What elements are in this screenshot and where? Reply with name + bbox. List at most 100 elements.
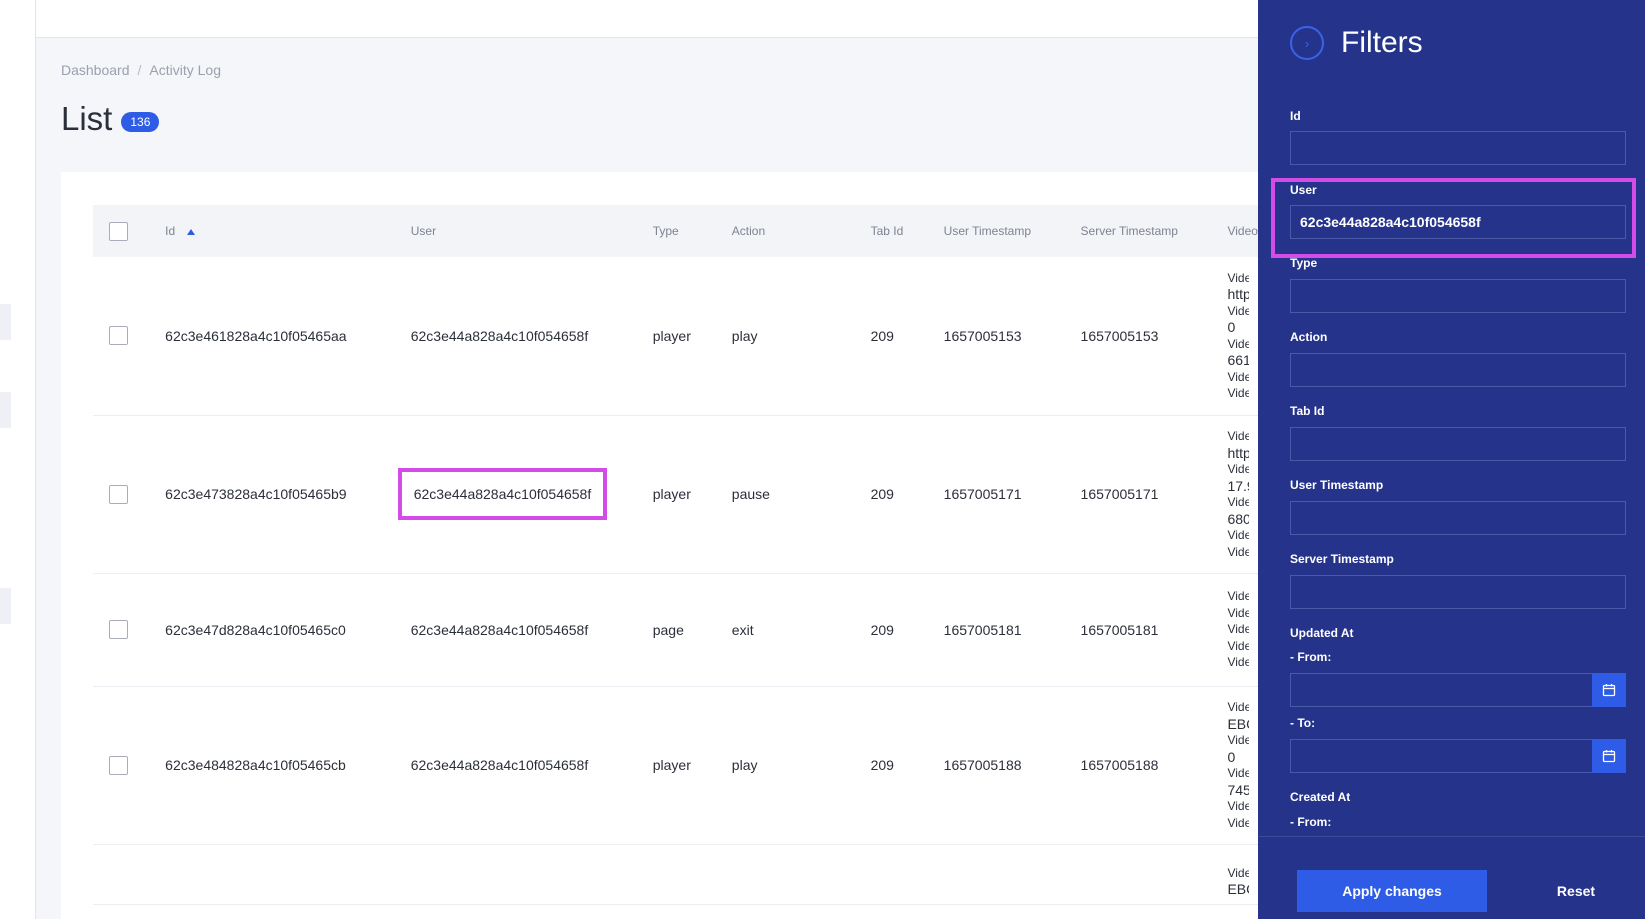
video-line: 17.9 [1227, 477, 1249, 494]
breadcrumb: Dashboard / Activity Log [61, 62, 221, 78]
updated-from-date-input[interactable] [1290, 673, 1592, 707]
cell-server-timestamp: 1657005153 [1080, 257, 1228, 416]
select-all-checkbox[interactable] [109, 221, 128, 241]
breadcrumb-activity-log: Activity Log [149, 62, 221, 78]
column-header-user-timestamp[interactable]: User Timestamp [943, 205, 1081, 257]
chevron-right-icon: › [1304, 35, 1310, 51]
filter-label-id: Id [1290, 109, 1301, 123]
row-select-cell [93, 686, 166, 845]
column-header-id-label: Id [165, 224, 176, 238]
filter-label-user-timestamp: User Timestamp [1290, 478, 1384, 492]
column-header-server-timestamp[interactable]: Server Timestamp [1080, 205, 1228, 257]
cell-server-timestamp: 1657005171 [1080, 415, 1228, 574]
breadcrumb-dashboard[interactable]: Dashboard [61, 62, 130, 78]
row-checkbox[interactable] [109, 755, 128, 775]
video-line: Vide [1227, 270, 1250, 285]
cell-video: Vide http Vide 17.9 Vide 680 Vide Vide [1227, 415, 1258, 574]
cell-action: play [731, 257, 871, 416]
video-details: Vide EBC [1227, 851, 1249, 898]
video-line: http [1227, 286, 1250, 303]
cell-tab-id: 209 [870, 257, 944, 416]
table-row[interactable]: 62c3e461828a4c10f05465aa 62c3e44a828a4c1… [93, 257, 1258, 416]
cell-id: 62c3e473828a4c10f05465b9 [165, 415, 411, 574]
video-line: EBC [1227, 715, 1249, 732]
filter-action-input[interactable] [1290, 353, 1626, 387]
filter-tab-id-input[interactable] [1290, 427, 1626, 461]
row-select-cell [93, 257, 166, 416]
cell-video: Vide EBC Vide 0 Vide 745 Vide Vide [1227, 686, 1258, 845]
cell-user-timestamp: 1657005181 [943, 573, 1081, 687]
sidebar-item[interactable] [0, 392, 11, 428]
row-checkbox[interactable] [109, 620, 128, 639]
filter-server-timestamp-input[interactable] [1290, 575, 1626, 609]
video-line: 0 [1227, 319, 1236, 336]
left-sidebar [0, 0, 36, 919]
table-row[interactable]: Vide EBC [93, 844, 1258, 905]
filter-type-input[interactable] [1290, 279, 1626, 313]
video-line: Vide [1227, 462, 1250, 476]
cell-id [165, 844, 411, 905]
column-header-id[interactable]: Id [165, 205, 411, 257]
filter-id-input[interactable] [1290, 131, 1626, 165]
calendar-icon [1602, 684, 1616, 697]
apply-changes-button[interactable]: Apply changes [1297, 870, 1487, 912]
cell-user-timestamp: 1657005171 [943, 415, 1081, 574]
cell-type: player [652, 257, 732, 416]
row-checkbox[interactable] [109, 484, 128, 504]
cell-user: 62c3e44a828a4c10f054658f [410, 573, 653, 687]
column-header-tab-id[interactable]: Tab Id [870, 205, 944, 257]
collapse-filters-button[interactable]: › [1290, 26, 1324, 60]
video-line: Vide [1227, 865, 1250, 880]
cell-server-timestamp [1080, 844, 1228, 905]
cell-video: Vide EBC [1227, 844, 1258, 905]
cell-server-timestamp: 1657005181 [1080, 573, 1228, 687]
cell-video: Vide http Vide 0 Vide 661 Vide Vide [1227, 257, 1258, 416]
sort-ascending-icon[interactable] [187, 228, 196, 235]
cell-user: 62c3e44a828a4c10f054658f [410, 686, 653, 845]
highlighted-user-value: 62c3e44a828a4c10f054658f [397, 468, 608, 520]
video-details: Vide Vide Vide Vide Vide [1227, 588, 1249, 671]
filter-updated-to-date [1290, 739, 1626, 773]
video-line: Vide [1227, 589, 1250, 604]
top-bar [36, 0, 1258, 38]
row-checkbox[interactable] [109, 326, 128, 346]
cell-type: player [652, 686, 732, 845]
column-header-action[interactable]: Action [731, 205, 871, 257]
video-line: Vide [1227, 815, 1250, 830]
select-all-cell [93, 205, 166, 257]
reset-button[interactable]: Reset [1526, 870, 1626, 912]
column-header-user[interactable]: User [410, 205, 653, 257]
video-line: Vide [1227, 622, 1250, 637]
video-line: 0 [1227, 748, 1236, 765]
column-header-video[interactable]: Video [1227, 205, 1258, 257]
row-select-cell [93, 573, 166, 687]
cell-user-timestamp: 1657005188 [943, 686, 1081, 845]
filter-label-updated-to: - To: [1290, 716, 1316, 730]
filters-header: › Filters [1290, 26, 1423, 60]
video-line: 680 [1227, 510, 1250, 527]
updated-to-calendar-button[interactable] [1592, 739, 1626, 773]
filter-user-timestamp-input[interactable] [1290, 501, 1626, 535]
cell-action: pause [731, 415, 871, 574]
cell-action: play [731, 686, 871, 845]
video-line: Vide [1227, 733, 1250, 747]
video-details: Vide http Vide 17.9 Vide 680 Vide Vide [1227, 428, 1249, 560]
sidebar-item[interactable] [0, 304, 11, 340]
filter-label-action: Action [1290, 330, 1328, 344]
updated-from-calendar-button[interactable] [1592, 673, 1626, 707]
video-line: 745 [1227, 781, 1250, 798]
table-row[interactable]: 62c3e484828a4c10f05465cb 62c3e44a828a4c1… [93, 686, 1258, 845]
video-line: Vide [1227, 386, 1250, 401]
cell-user: 62c3e44a828a4c10f054658f [410, 257, 653, 416]
updated-to-date-input[interactable] [1290, 739, 1592, 773]
table-row[interactable]: 62c3e473828a4c10f05465b9 62c3e44a828a4c1… [93, 415, 1258, 574]
table-row[interactable]: 62c3e47d828a4c10f05465c0 62c3e44a828a4c1… [93, 573, 1258, 687]
filter-user-input[interactable] [1290, 205, 1626, 239]
video-line: Vide [1227, 655, 1250, 670]
cell-tab-id: 209 [870, 686, 944, 845]
column-header-type[interactable]: Type [652, 205, 732, 257]
sidebar-item[interactable] [0, 588, 11, 624]
cell-id: 62c3e461828a4c10f05465aa [165, 257, 411, 416]
cell-id: 62c3e47d828a4c10f05465c0 [165, 573, 411, 687]
filter-label-updated-at: Updated At [1290, 626, 1354, 640]
